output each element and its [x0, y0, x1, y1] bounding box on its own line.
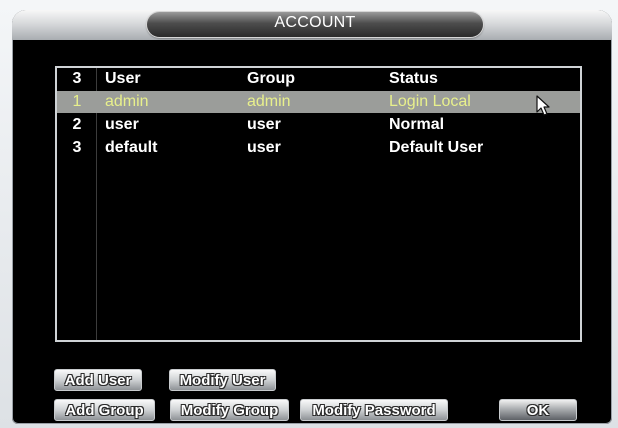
header-status: Status	[389, 70, 438, 87]
row-status: Default User	[389, 139, 484, 156]
row-index: 3	[72, 139, 82, 156]
screen-bezel: ACCOUNT 3 User Group Status 1 admin admi…	[0, 0, 618, 428]
table-header: 3 User Group Status	[57, 68, 580, 90]
dialog-title: ACCOUNT	[274, 14, 356, 31]
row-status: Normal	[389, 116, 445, 133]
row-group: user	[247, 116, 281, 133]
mouse-pointer-icon	[536, 95, 550, 116]
add-group-button[interactable]: Add Group	[54, 399, 155, 421]
add-user-button[interactable]: Add User	[54, 369, 142, 391]
row-user: default	[105, 139, 158, 156]
row-user: user	[105, 116, 139, 133]
modify-user-button[interactable]: Modify User	[169, 369, 276, 391]
modify-password-button[interactable]: Modify Password	[300, 399, 448, 421]
row-group: admin	[247, 93, 291, 110]
ok-button[interactable]: OK	[499, 399, 577, 421]
account-dialog: ACCOUNT 3 User Group Status 1 admin admi…	[12, 10, 612, 424]
modify-group-button[interactable]: Modify Group	[170, 399, 289, 421]
title-pill: ACCOUNT	[147, 12, 483, 37]
header-user: User	[105, 70, 141, 87]
header-group: Group	[247, 70, 295, 87]
account-list[interactable]: 3 User Group Status 1 admin admin Login …	[55, 66, 582, 342]
row-group: user	[247, 139, 281, 156]
table-row[interactable]: 1 admin admin Login Local	[57, 91, 580, 113]
row-index: 2	[72, 116, 82, 133]
table-row[interactable]: 3 default user Default User	[57, 137, 580, 159]
title-bar: ACCOUNT	[12, 10, 612, 40]
header-count: 3	[72, 70, 82, 87]
row-index: 1	[72, 93, 82, 110]
table-row[interactable]: 2 user user Normal	[57, 114, 580, 136]
row-status: Login Local	[389, 93, 471, 110]
row-user: admin	[105, 93, 149, 110]
